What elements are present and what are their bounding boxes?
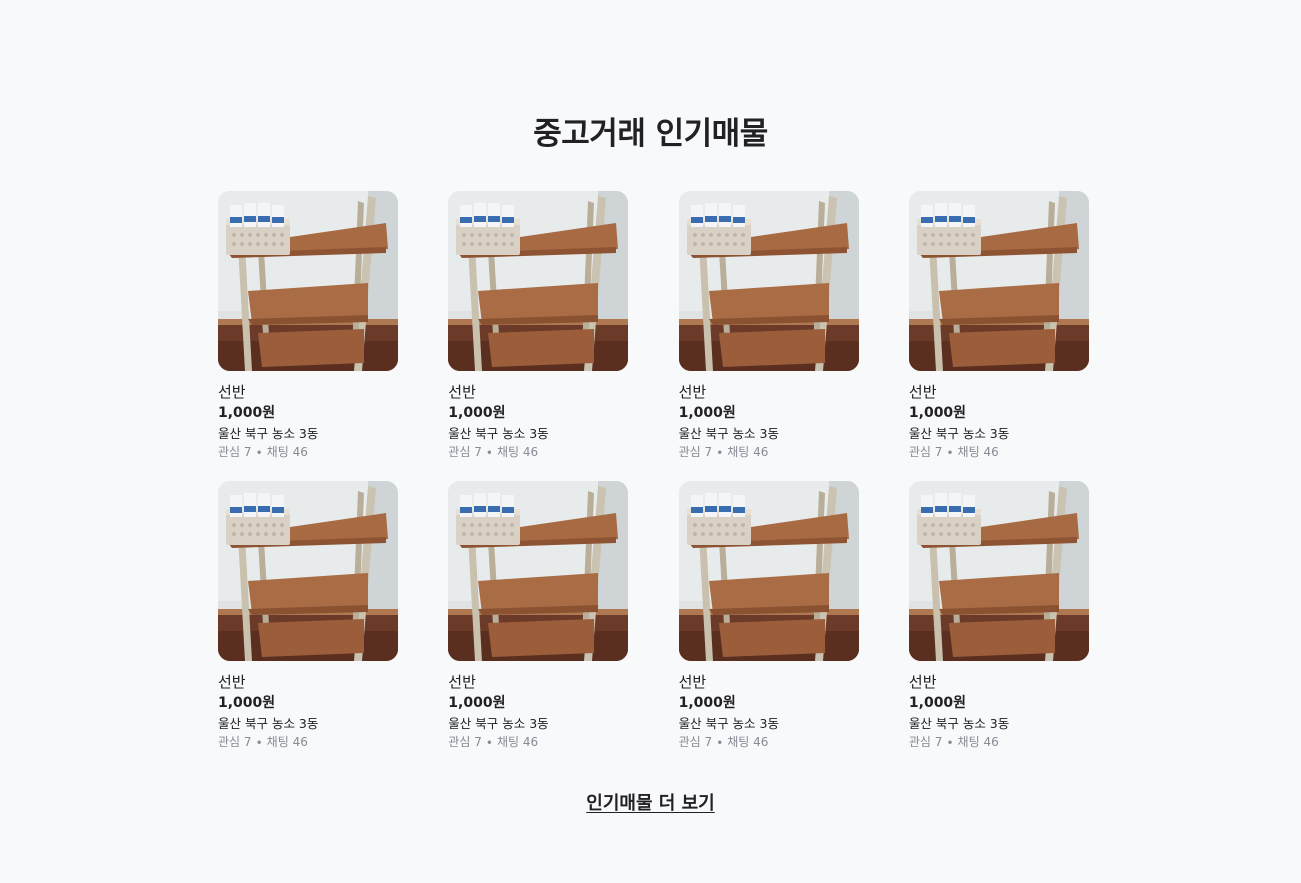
more-hot-articles-link[interactable]: 인기매물 더 보기 [586,793,714,814]
article-photo[interactable] [678,191,859,371]
article-photo[interactable] [218,191,398,371]
article-region: 울산 북구 농소 3동 [218,426,319,441]
article-title: 선반 [678,673,707,691]
article-counts: 관심 7 ∙ 채팅 46 [908,735,999,749]
article-title: 선반 [448,673,476,691]
article-title: 선반 [908,383,937,401]
article-title: 선반 [218,673,246,691]
article-photo[interactable] [448,481,629,661]
article-photo[interactable] [908,191,1089,371]
article-card[interactable]: 선반 1,000원 울산 북구 농소 3동 관심 7 ∙ 채팅 46 [908,191,1089,481]
article-price: 1,000원 [678,695,736,711]
article-price: 1,000원 [678,405,736,421]
article-region: 울산 북구 농소 3동 [678,426,779,441]
article-region: 울산 북구 농소 3동 [448,716,549,731]
article-counts: 관심 7 ∙ 채팅 46 [218,445,308,459]
article-price: 1,000원 [218,405,276,421]
article-title: 선반 [678,383,707,401]
article-title: 선반 [908,673,937,691]
article-title: 선반 [218,383,246,401]
article-card[interactable]: 선반 1,000원 울산 북구 농소 3동 관심 7 ∙ 채팅 46 [908,481,1089,771]
article-region: 울산 북구 농소 3동 [448,426,549,441]
article-counts: 관심 7 ∙ 채팅 46 [908,445,999,459]
article-counts: 관심 7 ∙ 채팅 46 [678,735,769,749]
section-title: 중고거래 인기매물 [533,116,768,152]
article-card[interactable]: 선반 1,000원 울산 북구 농소 3동 관심 7 ∙ 채팅 46 [218,481,398,771]
article-card[interactable]: 선반 1,000원 울산 북구 농소 3동 관심 7 ∙ 채팅 46 [448,481,629,771]
article-title: 선반 [448,383,476,401]
article-card[interactable]: 선반 1,000원 울산 북구 농소 3동 관심 7 ∙ 채팅 46 [678,481,859,771]
article-photo[interactable] [678,481,859,661]
article-price: 1,000원 [448,405,506,421]
article-price: 1,000원 [908,695,967,711]
article-price: 1,000원 [218,695,276,711]
article-card[interactable]: 선반 1,000원 울산 북구 농소 3동 관심 7 ∙ 채팅 46 [218,191,398,481]
article-region: 울산 북구 농소 3동 [678,716,779,731]
article-region: 울산 북구 농소 3동 [908,716,1010,731]
article-counts: 관심 7 ∙ 채팅 46 [448,735,539,749]
more-link-wrapper: 인기매물 더 보기 [0,789,1301,815]
article-photo[interactable] [448,191,629,371]
article-counts: 관심 7 ∙ 채팅 46 [448,445,539,459]
article-photo[interactable] [218,481,398,661]
article-region: 울산 북구 농소 3동 [218,716,319,731]
article-counts: 관심 7 ∙ 채팅 46 [678,445,769,459]
article-price: 1,000원 [908,405,967,421]
article-price: 1,000원 [448,695,506,711]
article-card[interactable]: 선반 1,000원 울산 북구 농소 3동 관심 7 ∙ 채팅 46 [678,191,859,481]
hot-articles-section: 중고거래 인기매물 선반 1,000원 울산 북구 농소 3동 관심 7 ∙ 채… [0,0,1301,883]
article-photo[interactable] [908,481,1089,661]
article-grid: 선반 1,000원 울산 북구 농소 3동 관심 7 ∙ 채팅 46 선반 1,… [218,191,1089,771]
article-region: 울산 북구 농소 3동 [908,426,1010,441]
article-counts: 관심 7 ∙ 채팅 46 [218,735,308,749]
article-card[interactable]: 선반 1,000원 울산 북구 농소 3동 관심 7 ∙ 채팅 46 [448,191,629,481]
